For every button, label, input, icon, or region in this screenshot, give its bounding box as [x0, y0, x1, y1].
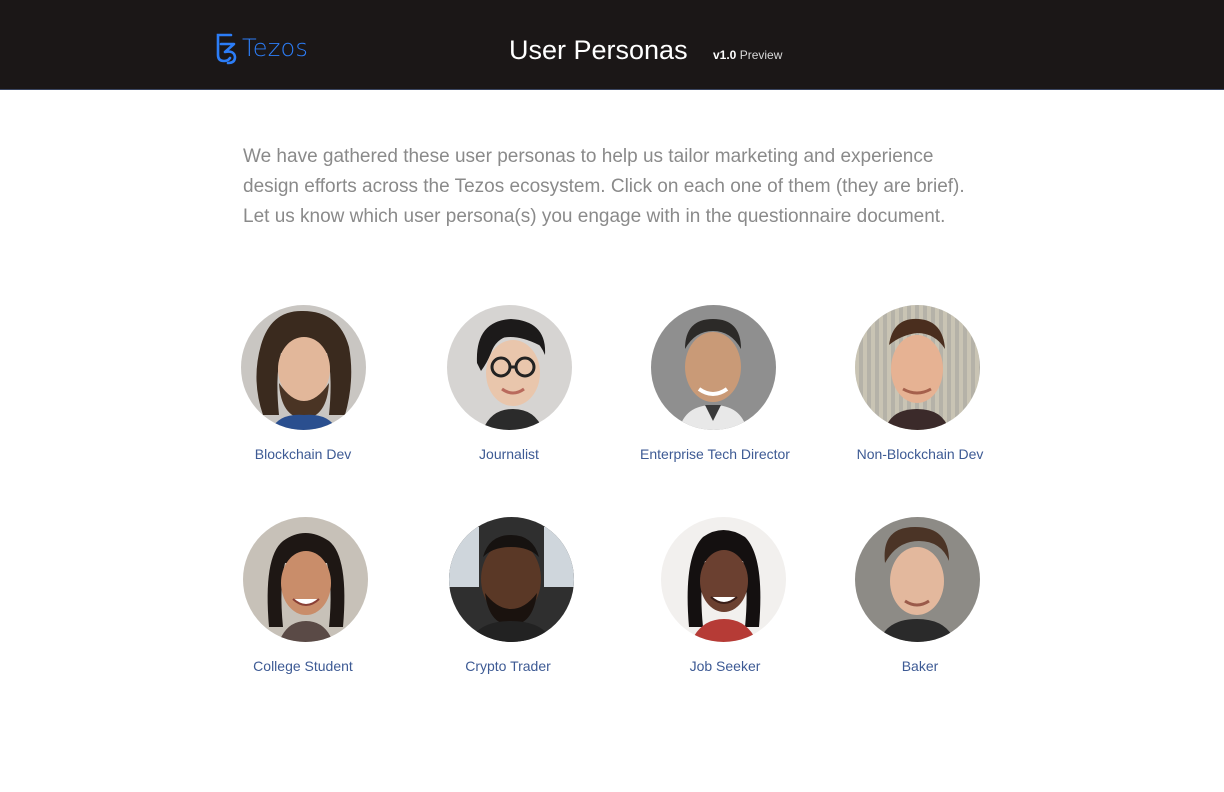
persona-label-college-student[interactable]: College Student — [193, 657, 413, 675]
intro-text: We have gathered these user personas to … — [243, 146, 965, 227]
persona-avatar-crypto-trader[interactable] — [449, 517, 574, 642]
persona-label-baker[interactable]: Baker — [810, 657, 1030, 675]
version-badge: v1.0 Preview — [713, 47, 782, 63]
persona-avatar-non-blockchain-dev[interactable] — [855, 305, 980, 430]
version-number: v1.0 — [713, 48, 737, 62]
persona-label-crypto-trader[interactable]: Crypto Trader — [398, 657, 618, 675]
version-tag: Preview — [739, 48, 783, 62]
persona-avatar-job-seeker[interactable] — [661, 517, 786, 642]
logo-text: Tezos — [242, 34, 309, 62]
persona-label-enterprise-tech-director[interactable]: Enterprise Tech Director — [605, 445, 825, 463]
persona-label-journalist[interactable]: Journalist — [399, 445, 619, 463]
tezos-logo-icon — [216, 33, 237, 65]
tezos-logo[interactable]: Tezos — [214, 30, 308, 66]
persona-label-non-blockchain-dev[interactable]: Non-Blockchain Dev — [810, 445, 1030, 463]
persona-avatar-college-student[interactable] — [243, 517, 368, 642]
page-title: User Personas — [509, 35, 688, 65]
persona-label-job-seeker[interactable]: Job Seeker — [615, 657, 835, 675]
persona-avatar-enterprise-tech-director[interactable] — [651, 305, 776, 430]
persona-avatar-blockchain-dev[interactable] — [241, 305, 366, 430]
persona-label-blockchain-dev[interactable]: Blockchain Dev — [193, 445, 413, 463]
top-header: Tezos User Personas v1.0 Preview — [0, 0, 1224, 90]
persona-avatar-journalist[interactable] — [447, 305, 572, 430]
persona-avatar-baker[interactable] — [855, 517, 980, 642]
